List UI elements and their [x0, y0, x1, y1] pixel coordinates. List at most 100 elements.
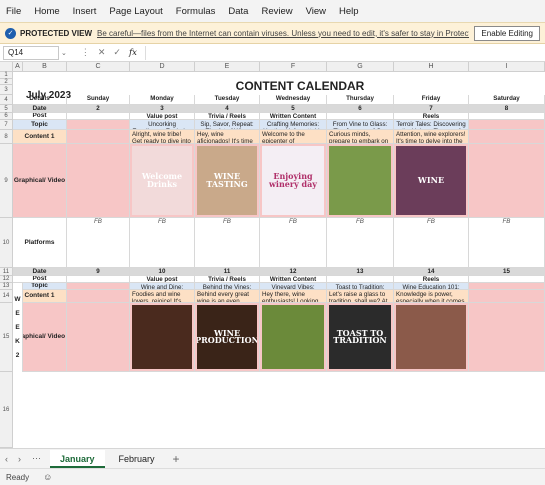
- menu-file[interactable]: File: [6, 6, 21, 17]
- date-cell: 10: [130, 268, 195, 276]
- menu-bar: File Home Insert Page Layout Formulas Da…: [0, 0, 545, 22]
- image-cell: WINE PRODUCTION: [195, 303, 260, 372]
- day-header: Monday: [130, 95, 195, 105]
- topic-cell: Crafting Memories: Hosting Unforgettable…: [260, 120, 327, 130]
- image-cell: [130, 303, 195, 372]
- platform-cell: FB: [260, 218, 327, 268]
- empty-cell: [67, 283, 130, 290]
- name-box[interactable]: Q14: [3, 45, 59, 60]
- protected-view-bar: ✓ PROTECTED VIEW Be careful—files from t…: [0, 22, 545, 44]
- worksheet-grid[interactable]: A B C D E F G H I 1 2 3 4 5 6 7 8 9 10 11 12 13 14 15 16 CONTENT …: [0, 62, 545, 448]
- column-header[interactable]: I: [469, 62, 545, 72]
- column-header[interactable]: F: [260, 62, 327, 72]
- chevron-down-icon[interactable]: ⌄: [61, 49, 67, 57]
- row-header[interactable]: 8: [0, 130, 13, 144]
- topic-cell: Wine and Dine: Pairing Exquisite Wines w…: [130, 283, 195, 290]
- cancel-icon[interactable]: ✕: [98, 47, 106, 58]
- image-cell: [260, 303, 327, 372]
- post-type: Reels: [394, 276, 469, 283]
- row-header[interactable]: 6: [0, 113, 13, 120]
- add-sheet-icon[interactable]: +: [173, 452, 180, 466]
- menu-data[interactable]: Data: [228, 6, 248, 17]
- confirm-icon[interactable]: ✓: [113, 47, 121, 58]
- day-header: Sunday: [67, 95, 130, 105]
- menu-view[interactable]: View: [306, 6, 326, 17]
- post-cell: [67, 276, 130, 283]
- row-header[interactable]: 13: [0, 283, 13, 290]
- menu-help[interactable]: Help: [339, 6, 359, 17]
- post-type: Value post: [130, 276, 195, 283]
- date-cell: 9: [67, 268, 130, 276]
- date-cell: 6: [327, 105, 394, 113]
- topic-cell: Wine Education 101: Learn the ABCs of Wi…: [394, 283, 469, 290]
- date-cell: 14: [394, 268, 469, 276]
- platform-cell: FB: [327, 218, 394, 268]
- empty-cell: [469, 290, 545, 303]
- row-header[interactable]: 16: [0, 372, 13, 448]
- column-header[interactable]: E: [195, 62, 260, 72]
- row-header[interactable]: 4: [0, 95, 13, 105]
- post-label: Post: [13, 276, 67, 283]
- empty-cell: [469, 283, 545, 290]
- protected-view-message[interactable]: Be careful—files from the Internet can c…: [97, 29, 469, 38]
- row-header[interactable]: 11: [0, 268, 13, 276]
- accessibility-icon[interactable]: ☺: [43, 472, 52, 482]
- post-type: Written Content: [260, 276, 327, 283]
- row-header[interactable]: 5: [0, 105, 13, 113]
- image-cell: WINE: [394, 144, 469, 218]
- column-header[interactable]: C: [67, 62, 130, 72]
- content-cell: Alright, wine tribe! Get ready to dive i…: [130, 130, 195, 144]
- empty-cell: [67, 303, 130, 372]
- row-header[interactable]: 10: [0, 218, 13, 268]
- function-icon[interactable]: fx: [129, 48, 137, 58]
- row-header[interactable]: 9: [0, 144, 13, 218]
- menu-page-layout[interactable]: Page Layout: [109, 6, 162, 17]
- image-cell: Enjoying winery day: [260, 144, 327, 218]
- enable-editing-button[interactable]: Enable Editing: [474, 25, 540, 41]
- empty-cell: [67, 144, 130, 218]
- status-bar: Ready ☺: [0, 468, 545, 485]
- post-label: Post: [13, 113, 67, 120]
- week-label: W E E K 2: [13, 283, 23, 372]
- column-header[interactable]: H: [394, 62, 469, 72]
- formula-input[interactable]: [144, 45, 545, 60]
- content-cell: Foodies and wine lovers, rejoice! It's t…: [130, 290, 195, 303]
- row-header[interactable]: 7: [0, 120, 13, 130]
- row-header[interactable]: 15: [0, 303, 13, 372]
- post-type: Trivia / Reels: [195, 113, 260, 120]
- empty-cell: [469, 144, 545, 218]
- date-cell: 12: [260, 268, 327, 276]
- more-sheets-icon[interactable]: ⋯: [32, 453, 41, 464]
- menu-insert[interactable]: Insert: [73, 6, 97, 17]
- day-header: Saturday: [469, 95, 545, 105]
- next-sheet-icon[interactable]: ›: [18, 454, 21, 464]
- row-header[interactable]: 12: [0, 276, 13, 283]
- empty-cell: [67, 290, 130, 303]
- image-cell: [327, 144, 394, 218]
- menu-home[interactable]: Home: [34, 6, 59, 17]
- menu-formulas[interactable]: Formulas: [176, 6, 216, 17]
- column-header[interactable]: A: [13, 62, 23, 72]
- image-cell: WINE TASTING: [195, 144, 260, 218]
- date-label: Date: [13, 268, 67, 276]
- tab-february[interactable]: February: [109, 450, 165, 468]
- prev-sheet-icon[interactable]: ‹: [5, 454, 8, 464]
- column-header[interactable]: B: [23, 62, 67, 72]
- content-cell: Attention, wine explorers! It's time to …: [394, 130, 469, 144]
- platform-cell: FB: [67, 218, 130, 268]
- post-type: Reels: [394, 113, 469, 120]
- date-cell: 5: [260, 105, 327, 113]
- topic-cell: Behind the Vines: Unveiling the Secrets …: [195, 283, 260, 290]
- tab-january[interactable]: January: [50, 449, 105, 468]
- row-header[interactable]: 3: [0, 85, 13, 95]
- shield-icon: ✓: [5, 27, 16, 39]
- topic-label: Topic: [13, 120, 67, 130]
- menu-review[interactable]: Review: [261, 6, 292, 17]
- column-header[interactable]: D: [130, 62, 195, 72]
- topic-cell: Sip, Savor, Repeat: The Art of Wine Tast…: [195, 120, 260, 130]
- select-all-corner[interactable]: [0, 62, 13, 72]
- post-image: [396, 305, 466, 369]
- row-header[interactable]: 14: [0, 290, 13, 303]
- column-header[interactable]: G: [327, 62, 394, 72]
- date-cell: 11: [195, 268, 260, 276]
